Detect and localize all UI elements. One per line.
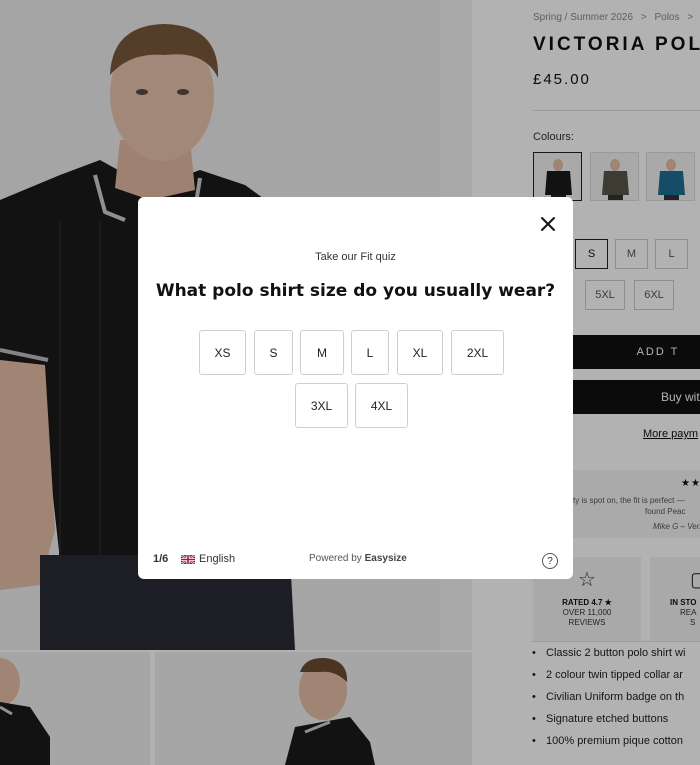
fit-quiz-modal: Take our Fit quiz What polo shirt size d… (138, 197, 573, 579)
size-option-m[interactable]: M (300, 330, 344, 375)
size-option-4xl[interactable]: 4XL (355, 383, 408, 428)
quiz-step-counter: 1/6 (153, 553, 169, 565)
powered-by-prefix: Powered by (309, 553, 362, 564)
size-option-xl[interactable]: XL (397, 330, 443, 375)
size-option-s[interactable]: S (254, 330, 293, 375)
powered-by: Powered by Easysize (309, 553, 407, 564)
language-selector[interactable]: English (181, 553, 235, 565)
size-option-l[interactable]: L (351, 330, 389, 375)
help-button[interactable]: ? (542, 553, 558, 569)
language-label: English (199, 553, 236, 565)
uk-flag-icon (181, 554, 195, 564)
size-option-xs[interactable]: XS (199, 330, 246, 375)
size-option-3xl[interactable]: 3XL (295, 383, 348, 428)
size-option-2xl[interactable]: 2XL (451, 330, 504, 375)
quiz-kicker: Take our Fit quiz (315, 251, 396, 263)
powered-by-brand[interactable]: Easysize (365, 553, 407, 564)
close-button[interactable] (537, 213, 559, 235)
quiz-question: What polo shirt size do you usually wear… (155, 281, 556, 301)
close-icon (541, 217, 555, 231)
